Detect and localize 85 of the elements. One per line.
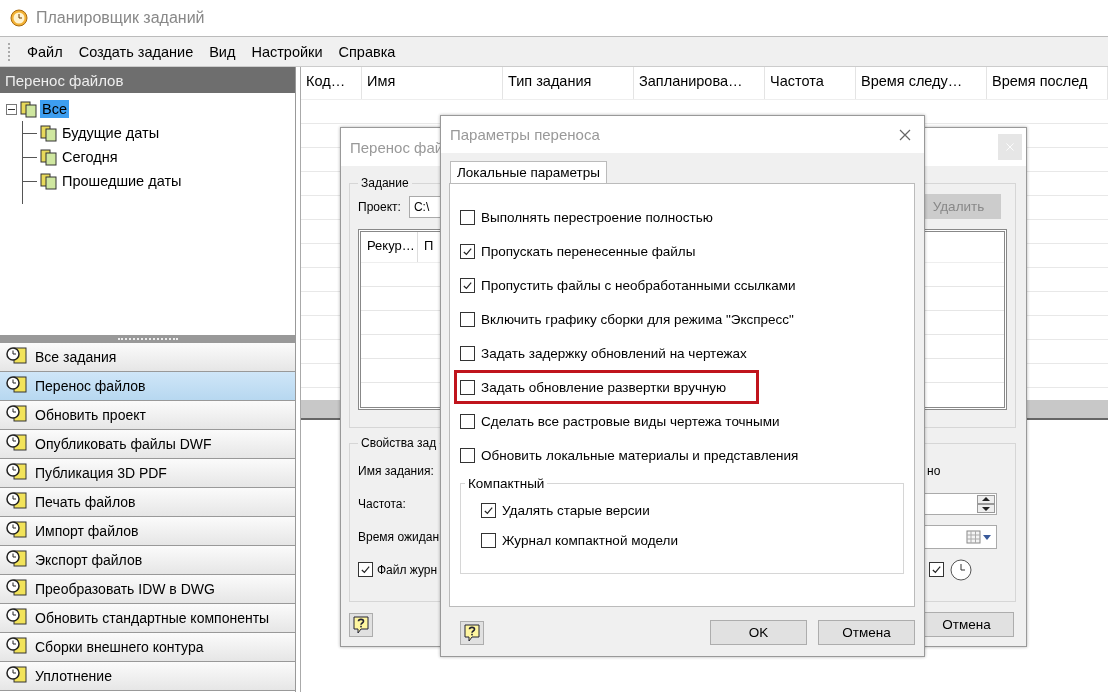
dialog-title: Параметры переноса [450,126,600,143]
column-header[interactable]: Запланирова… [634,67,765,99]
window-title: Планировщик заданий [36,9,205,27]
task-type-item[interactable]: Печать файлов [0,488,295,517]
checkbox[interactable] [358,562,373,577]
column-header[interactable]: Тип задания [503,67,634,99]
document-icon [40,172,57,190]
field-label: Время ожидан [358,528,439,546]
help-button[interactable] [460,620,484,645]
column-header[interactable]: Имя [362,67,503,99]
checkbox[interactable] [460,311,475,327]
checkbox[interactable] [460,209,475,225]
checkbox[interactable] [929,562,944,577]
checkbox[interactable] [481,502,496,518]
checkbox-label: Файл журн [377,562,438,577]
task-type-item[interactable]: Обновить проект [0,401,295,430]
group-title: Компактный [467,476,546,491]
clock-icon [10,9,28,27]
column-header[interactable]: Код… [301,67,362,99]
field-label: Частота: [358,495,406,513]
task-type-item[interactable]: Опубликовать файлы DWF [0,430,295,459]
task-type-item[interactable]: Импорт файлов [0,517,295,546]
cancel-button[interactable]: Отмена [818,620,915,645]
group-title: Свойства зад [360,436,438,450]
checkbox-label: Включить графику сборки для режима "Экспресс" [481,311,794,327]
close-icon[interactable] [898,127,912,142]
menu-item[interactable]: Справка [330,43,404,60]
menu-item[interactable]: Создать задание [70,43,202,60]
clock-icon[interactable] [950,558,972,581]
task-type-item[interactable]: Сборки внешнего контура [0,633,295,662]
column-header[interactable]: Рекур… [361,232,418,262]
task-type-item[interactable]: Перенос файлов [0,372,295,401]
document-icon [40,148,57,166]
document-icon [20,100,37,118]
menu-item[interactable]: Вид [201,43,244,60]
document-icon [40,124,57,142]
checkbox[interactable] [460,345,475,361]
checkbox-label: Задать обновление развертки вручную [481,379,727,395]
panel-header: Перенос файлов [0,67,295,93]
field-label: Имя задания: [358,462,434,480]
column-header[interactable]: Частота [765,67,856,99]
checkbox-label: Пропустить файлы с необработанными ссылками [481,277,796,293]
task-type-item[interactable]: Обновить стандартные компоненты [0,604,295,633]
checkbox-label: Журнал компактной модели [502,532,679,548]
checkbox[interactable] [460,413,475,429]
tab[interactable]: Локальные параметры [450,161,607,183]
help-icon [464,623,480,642]
menu-item[interactable]: Файл [19,43,71,60]
checkbox-label: Сделать все растровые виды чертежа точными [481,413,780,429]
group-title: Задание [360,176,410,190]
checkbox[interactable] [460,379,475,395]
checkbox-label: Пропускать перенесенные файлы [481,243,696,259]
check-icon [360,564,371,575]
tree-item[interactable]: Будущие даты [60,124,162,142]
check-icon [462,279,473,291]
task-type-item[interactable]: Экспорт файлов [0,546,295,575]
tree-item[interactable]: Сегодня [60,148,120,166]
column-header[interactable]: Время послед [987,67,1108,99]
check-icon [931,564,942,575]
task-type-item[interactable]: Публикация 3D PDF [0,459,295,488]
tree-item[interactable]: Прошедшие даты [60,172,184,190]
column-header[interactable]: Время следу… [856,67,987,99]
calendar-icon[interactable] [966,529,992,544]
tree-item[interactable]: Все [40,100,69,118]
task-type-item[interactable]: Преобразовать IDW в DWG [0,575,295,604]
checkbox-label: Удалять старые версии [502,502,650,518]
checkbox[interactable] [460,243,475,259]
task-type-item[interactable]: Все задания [0,343,295,372]
ok-button[interactable]: OK [710,620,807,645]
checkbox-label: Задать задержку обновлений на чертежах [481,345,747,361]
check-icon [462,245,473,257]
checkbox-label: Выполнять перестроение полностью [481,209,713,225]
field-label: но [927,462,941,480]
spin-arrows-icon[interactable] [977,494,995,513]
menu-item[interactable]: Настройки [243,43,331,60]
task-type-item[interactable]: Уплотнение [0,662,295,691]
field-label: Проект: [358,199,401,214]
checkbox[interactable] [460,277,475,293]
checkbox[interactable] [460,447,475,463]
collapse-toggle[interactable] [6,103,17,115]
help-button[interactable] [349,612,373,637]
check-icon [483,504,494,516]
help-icon [353,615,369,634]
checkbox[interactable] [481,532,496,548]
checkbox-label: Обновить локальные материалы и представления [481,447,799,463]
